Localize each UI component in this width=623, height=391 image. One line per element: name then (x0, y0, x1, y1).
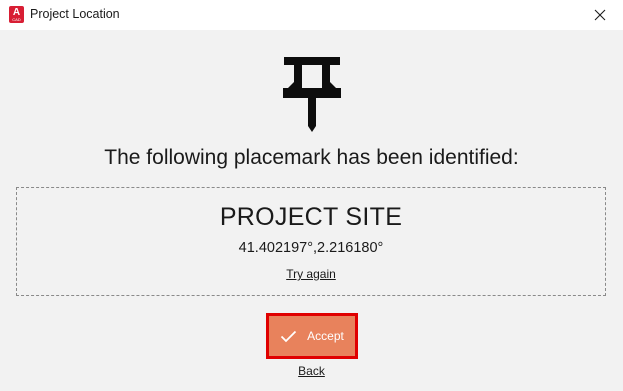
close-button[interactable] (577, 0, 623, 30)
try-again-container: Try again (17, 267, 605, 281)
placemark-panel: PROJECT SITE 41.402197°,2.216180° Try ag… (16, 187, 606, 296)
window-title: Project Location (30, 7, 120, 21)
pushpin-icon (283, 57, 341, 132)
try-again-link[interactable]: Try again (286, 267, 336, 281)
title-bar: A CAD Project Location (0, 0, 623, 30)
app-icon: A CAD (9, 6, 24, 23)
identified-heading: The following placemark has been identif… (104, 146, 519, 169)
placemark-coordinates: 41.402197°,2.216180° (238, 240, 384, 256)
placemark-name: PROJECT SITE (219, 203, 403, 231)
back-container: Back (0, 364, 623, 378)
close-icon (594, 9, 606, 21)
accept-button-focus-outline: Accept (266, 313, 358, 359)
checkmark-icon (281, 330, 297, 342)
app-icon-sub: CAD (12, 17, 21, 22)
accept-button-label: Accept (307, 329, 344, 343)
accept-button[interactable]: Accept (269, 316, 355, 356)
back-link[interactable]: Back (298, 364, 325, 378)
